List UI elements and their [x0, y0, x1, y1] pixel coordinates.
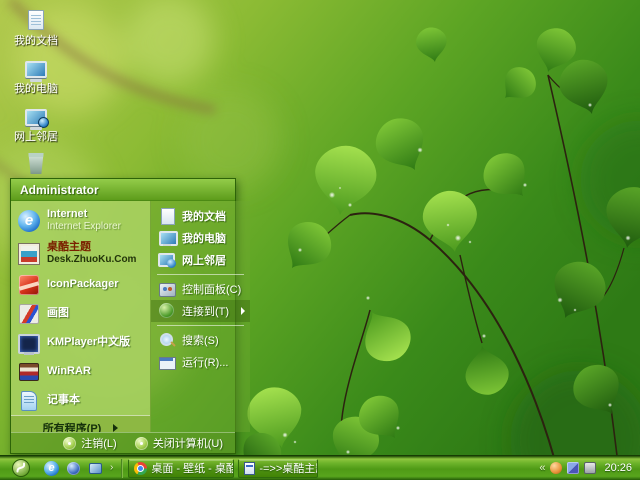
- search-icon: [158, 331, 176, 349]
- task-button-zhuoku-theme[interactable]: -=>>桌酷主题 - M...: [238, 458, 319, 478]
- start-logo-icon: [12, 459, 30, 477]
- quick-launch-bar: ›: [42, 460, 118, 476]
- run-icon: [158, 353, 176, 371]
- start-menu-places-list: 我的文档 我的电脑 网上邻居 控制面板(C) 连接到(T) 搜索(S) 运行(R…: [151, 201, 251, 432]
- start-menu-item-iconpackager[interactable]: IconPackager: [11, 270, 150, 299]
- quick-launch-overflow-icon[interactable]: ›: [110, 463, 113, 473]
- menu-separator: [157, 274, 245, 275]
- control-panel-icon: [158, 280, 176, 298]
- start-menu-item-internet[interactable]: Internet Internet Explorer: [11, 204, 150, 237]
- blue-app-tray-icon[interactable]: [567, 462, 580, 474]
- paint-icon: [17, 302, 41, 326]
- desktop-icon-my-computer[interactable]: 我的电脑: [4, 52, 68, 100]
- start-menu-item-network-places[interactable]: 网上邻居: [151, 249, 250, 271]
- start-menu-item-paint[interactable]: 画图: [11, 299, 150, 328]
- submenu-arrow-icon: [241, 307, 246, 315]
- desktop-icon-my-documents[interactable]: 我的文档: [4, 4, 68, 52]
- my-computer-icon: [158, 229, 178, 247]
- system-tray: « 20:26: [539, 462, 640, 474]
- user-name: Administrator: [20, 182, 99, 197]
- start-menu: Administrator Internet Internet Explorer…: [10, 178, 251, 454]
- menu-separator: [157, 325, 245, 326]
- network-places-icon: [25, 109, 49, 128]
- all-programs-button[interactable]: 所有程序(P): [11, 415, 150, 432]
- input-method-tray-icon[interactable]: [584, 462, 597, 474]
- internet-explorer-icon[interactable]: [44, 460, 59, 476]
- my-documents-icon: [28, 10, 44, 30]
- orange-app-tray-icon[interactable]: [550, 462, 563, 474]
- shut-down-icon: [134, 436, 148, 450]
- start-menu-item-my-documents[interactable]: 我的文档: [151, 205, 250, 227]
- globe-icon: [38, 117, 49, 128]
- start-menu-pinned-list: Internet Internet Explorer 桌酷主题 Desk.Zhu…: [11, 201, 151, 432]
- kmplayer-icon: [17, 331, 41, 355]
- recycle-bin-icon: [28, 153, 44, 174]
- winrar-icon: [17, 360, 41, 384]
- submenu-arrow-icon: [113, 423, 119, 432]
- notepad-icon: [17, 389, 41, 413]
- world-icon[interactable]: [66, 461, 81, 476]
- desktop-icon-list: 我的文档 我的电脑 网上邻居 回收站: [4, 4, 68, 196]
- log-off-button[interactable]: 注销(L): [63, 435, 117, 451]
- taskbar: › 桌面 - 壁纸 - 桌酷... -=>>桌酷主题 - M... « 20:2…: [0, 455, 640, 480]
- start-menu-item-connect-to[interactable]: 连接到(T): [151, 300, 251, 322]
- internet-explorer-icon: [17, 209, 41, 233]
- connect-to-icon: [158, 302, 176, 320]
- my-documents-icon: [158, 207, 176, 225]
- start-menu-footer: 注销(L) 关闭计算机(U): [11, 432, 235, 453]
- chrome-icon: [134, 461, 148, 475]
- shut-down-button[interactable]: 关闭计算机(U): [134, 435, 223, 451]
- my-computer-icon: [25, 61, 47, 78]
- log-off-icon: [63, 436, 77, 450]
- start-menu-item-zhuoku-theme[interactable]: 桌酷主题 Desk.ZhuoKu.Com: [11, 237, 150, 270]
- show-desktop-icon[interactable]: [88, 461, 103, 476]
- zhuoku-theme-icon: [17, 242, 41, 266]
- desktop-icon-label: 我的电脑: [14, 83, 58, 95]
- taskbar-clock[interactable]: 20:26: [604, 462, 632, 474]
- start-menu-item-winrar[interactable]: WinRAR: [11, 357, 150, 386]
- desktop-icon-network-places[interactable]: 网上邻居: [4, 100, 68, 148]
- desktop-icon-label: 网上邻居: [14, 131, 58, 143]
- desktop-icon-label: 我的文档: [14, 35, 58, 47]
- tray-collapse-chevron-icon[interactable]: «: [539, 462, 545, 474]
- start-menu-item-kmplayer[interactable]: KMPlayer中文版: [11, 328, 150, 357]
- taskbar-divider: [121, 458, 124, 478]
- iconpackager-icon: [17, 273, 41, 297]
- start-menu-item-search[interactable]: 搜索(S): [151, 329, 250, 351]
- start-menu-item-control-panel[interactable]: 控制面板(C): [151, 278, 250, 300]
- browser-page-icon: [244, 461, 256, 475]
- start-button[interactable]: [0, 456, 42, 480]
- network-places-icon: [158, 251, 176, 269]
- start-menu-user-banner: Administrator: [11, 179, 235, 201]
- start-menu-item-run[interactable]: 运行(R)...: [151, 351, 250, 373]
- start-menu-item-my-computer[interactable]: 我的电脑: [151, 227, 250, 249]
- start-menu-item-notepad[interactable]: 记事本: [11, 386, 150, 415]
- task-button-wallpaper-page[interactable]: 桌面 - 壁纸 - 桌酷...: [128, 458, 235, 478]
